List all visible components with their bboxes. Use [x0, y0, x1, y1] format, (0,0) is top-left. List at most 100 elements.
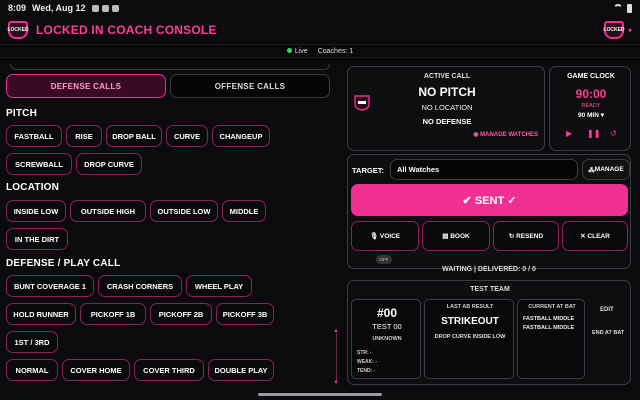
send-call-button[interactable]: ✔ SENT ✓: [351, 184, 628, 216]
target-select[interactable]: All Watches: [390, 159, 578, 180]
send-panel: TARGET: All Watches ⁂ MANAGE ✔ SENT ✓ 🎙 …: [347, 154, 631, 269]
defense-bunt-coverage-button[interactable]: BUNT COVERAGE 1: [6, 275, 94, 297]
location-outside-low-button[interactable]: OUTSIDE LOW: [150, 200, 218, 222]
clear-button[interactable]: ✕ CLEAR: [562, 221, 628, 251]
wifi-icon: [613, 4, 623, 12]
defense-cover-third-button[interactable]: COVER THIRD: [134, 359, 204, 381]
mic-icon: 🎙: [369, 233, 380, 240]
delivery-status: WAITING | DELIVERED: 0 / 0: [442, 266, 536, 273]
app-header: LOCKED LOCKED IN COACH CONSOLE LOCKED ▾: [0, 16, 640, 44]
logo-text: LOCKED: [7, 27, 29, 33]
batter-weakness: WEAK: -: [357, 359, 377, 365]
pitch-section-title: PITCH: [6, 108, 37, 119]
refresh-icon: ↻: [508, 233, 517, 240]
last-ab-card: LAST AB RESULT STRIKEOUT DROP CURVE INSI…: [424, 299, 514, 379]
scroll-down-icon[interactable]: ▼: [333, 380, 339, 386]
notification-icon: [91, 4, 99, 12]
status-time: 8:09: [8, 3, 27, 13]
app-title: LOCKED IN COACH CONSOLE: [36, 23, 217, 37]
game-clock-status: READY: [581, 103, 601, 109]
edit-batter-button[interactable]: EDIT: [600, 307, 614, 313]
notification-icons: [91, 4, 119, 12]
current-at-bat-card: CURRENT AT BAT FASTBALL MIDDLE FASTBALL …: [517, 299, 585, 379]
defense-section-title: DEFENSE / PLAY CALL: [6, 258, 121, 269]
defense-pickoff-1b-button[interactable]: PICKOFF 1B: [80, 303, 146, 325]
team-logo-icon[interactable]: LOCKED: [603, 21, 625, 39]
batter-card: #00 TEST 00 UNKNOWN STR: - WEAK: - TEND:…: [351, 299, 421, 379]
menu-chevron-icon[interactable]: ▾: [628, 26, 632, 35]
last-ab-description: DROP CURVE INSIDE LOW: [434, 334, 506, 340]
current-at-bat-header: CURRENT AT BAT: [528, 304, 576, 310]
defense-hold-runner-button[interactable]: HOLD RUNNER: [6, 303, 76, 325]
call-selection-panel: DEFENSE CALLS OFFENSE CALLS PITCH FASTBA…: [4, 62, 334, 400]
notification-icon: [111, 4, 119, 12]
voice-button[interactable]: 🎙 VOICE: [351, 221, 419, 251]
live-status: Live: [286, 48, 308, 55]
manage-target-button[interactable]: ⁂ MANAGE: [582, 159, 630, 180]
live-dot-icon: [286, 48, 292, 54]
defense-wheel-play-button[interactable]: WHEEL PLAY: [186, 275, 252, 297]
duration-label: 90 MIN: [577, 112, 599, 119]
play-icon[interactable]: ▶: [566, 129, 572, 138]
location-section-title: LOCATION: [6, 182, 60, 193]
manage-label: MANAGE: [594, 166, 624, 173]
game-clock-panel: GAME CLOCK 90:00 READY 90 MIN ▾ ▶ ❚❚ ↺: [549, 66, 631, 151]
game-clock-label: GAME CLOCK: [567, 73, 615, 80]
defense-1st-3rd-button[interactable]: 1ST / 3RD: [6, 331, 58, 353]
game-clock-value: 90:00: [575, 87, 607, 101]
team-panel: TEST TEAM #00 TEST 00 UNKNOWN STR: - WEA…: [347, 280, 631, 385]
scroll-top-edge: [10, 64, 330, 70]
system-status-bar: 8:09 Wed, Aug 12: [0, 0, 640, 16]
pitch-screwball-button[interactable]: SCREWBALL: [6, 153, 72, 175]
book-label: BOOK: [450, 232, 470, 240]
last-ab-header: LAST AB RESULT: [446, 304, 494, 310]
reset-icon[interactable]: ↺: [610, 129, 617, 138]
scrollbar[interactable]: [336, 333, 337, 383]
pause-icon[interactable]: ❚❚: [587, 129, 600, 138]
last-ab-result: STRIKEOUT: [441, 316, 499, 327]
current-at-bat-pitch: FASTBALL MIDDLE: [523, 325, 575, 331]
resend-button[interactable]: ↻ RESEND: [493, 221, 559, 251]
end-at-bat-button[interactable]: END AT BAT: [592, 330, 624, 336]
pitch-changeup-button[interactable]: CHANGEUP: [212, 125, 270, 147]
defense-pickoff-3b-button[interactable]: PICKOFF 3B: [216, 303, 274, 325]
batter-tendency: TEND: -: [357, 368, 376, 374]
pitch-drop-curve-button[interactable]: DROP CURVE: [76, 153, 142, 175]
tab-offense-calls[interactable]: OFFENSE CALLS: [170, 74, 330, 98]
location-inside-low-button[interactable]: INSIDE LOW: [6, 200, 66, 222]
pitch-fastball-button[interactable]: FASTBALL: [6, 125, 62, 147]
book-button[interactable]: ▤ BOOK: [422, 221, 490, 251]
defense-cover-home-button[interactable]: COVER HOME: [62, 359, 130, 381]
resend-label: RESEND: [516, 232, 544, 240]
defense-crash-corners-button[interactable]: CRASH CORNERS: [98, 275, 182, 297]
notification-icon: [101, 4, 109, 12]
active-call-label: ACTIVE CALL: [423, 73, 471, 80]
active-location: NO LOCATION: [421, 103, 473, 112]
location-outside-high-button[interactable]: OUTSIDE HIGH: [70, 200, 146, 222]
game-clock-duration-select[interactable]: 90 MIN ▾: [550, 111, 632, 119]
defense-double-play-button[interactable]: DOUBLE PLAY: [208, 359, 274, 381]
manage-watches-link[interactable]: ◉ MANAGE WATCHES: [473, 131, 538, 138]
home-indicator[interactable]: [258, 393, 382, 396]
team-name: TEST TEAM: [470, 286, 510, 293]
location-middle-button[interactable]: MIDDLE: [222, 200, 266, 222]
target-label: TARGET:: [352, 166, 384, 175]
manage-watches-label: MANAGE WATCHES: [480, 132, 538, 138]
logo-text: LOCKED: [603, 27, 625, 33]
defense-normal-button[interactable]: NORMAL: [6, 359, 58, 381]
pitch-drop-ball-button[interactable]: DROP BALL: [106, 125, 162, 147]
chevron-down-icon: ▾: [598, 112, 605, 119]
voice-label: VOICE: [379, 232, 401, 240]
batter-number: #00: [376, 306, 398, 320]
pitch-rise-button[interactable]: RISE: [66, 125, 102, 147]
voice-toggle[interactable]: OFF: [376, 255, 392, 264]
defense-pickoff-2b-button[interactable]: PICKOFF 2B: [150, 303, 212, 325]
location-in-the-dirt-button[interactable]: IN THE DIRT: [6, 228, 68, 250]
batter-position: UNKNOWN: [372, 336, 402, 342]
active-call-panel: ACTIVE CALL NO PITCH NO LOCATION NO DEFE…: [347, 66, 545, 151]
batter-strength: STR: -: [357, 350, 372, 356]
pitch-curve-button[interactable]: CURVE: [166, 125, 208, 147]
clear-label: CLEAR: [587, 232, 610, 240]
tab-defense-calls[interactable]: DEFENSE CALLS: [6, 74, 166, 98]
connection-bar: Live Coaches: 1: [0, 44, 640, 58]
